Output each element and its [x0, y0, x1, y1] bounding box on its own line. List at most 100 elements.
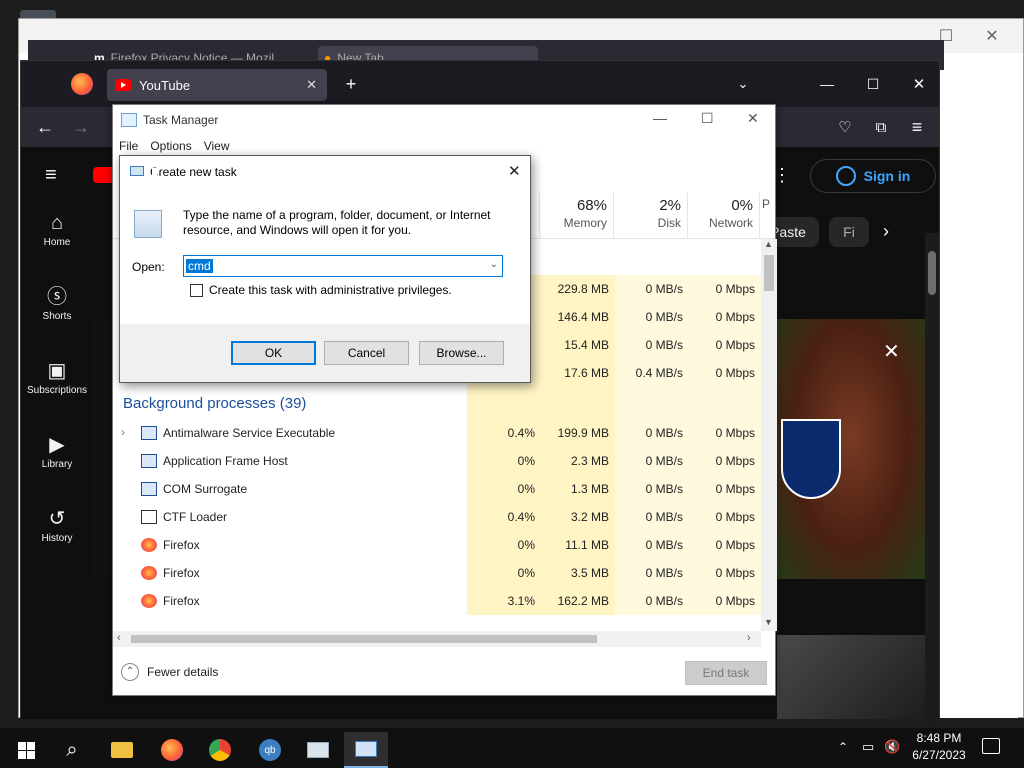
scroll-up-icon[interactable]: ▲ — [764, 239, 773, 249]
run-dialog-taskbar-icon[interactable] — [344, 732, 388, 768]
show-hidden-icons[interactable]: ⌃ — [838, 740, 848, 754]
disk-cell: 0.4 MB/s — [615, 359, 689, 387]
table-row[interactable]: Firefox 0% 11.1 MB 0 MB/s 0 Mbps — [113, 531, 761, 559]
table-row[interactable]: › Antimalware Service Executable 0.4% 19… — [113, 419, 761, 447]
memory-cell: 3.5 MB — [541, 559, 615, 587]
tab-youtube[interactable]: YouTube ✕ — [107, 69, 327, 101]
dialog-close-icon[interactable]: ✕ — [508, 162, 521, 180]
chrome-icon[interactable] — [198, 732, 242, 768]
extensions-icon[interactable]: ⧉ — [867, 113, 895, 141]
file-explorer-icon[interactable] — [100, 732, 144, 768]
scroll-right-icon[interactable]: › — [747, 632, 751, 644]
admin-privileges-checkbox[interactable]: Create this task with administrative pri… — [190, 283, 452, 297]
open-input-value[interactable]: cmd — [186, 259, 213, 273]
sidebar-item-history[interactable]: ↺ History — [21, 499, 93, 569]
list-tabs-icon[interactable]: ⌄ — [729, 70, 757, 98]
tm-minimize-icon[interactable]: — — [653, 110, 667, 126]
cpu-cell: 0% — [467, 531, 541, 559]
firefox-icon[interactable] — [150, 732, 194, 768]
sidebar-item-shorts[interactable]: ⓢ Shorts — [21, 277, 93, 347]
fewer-details-button[interactable]: ⌃ Fewer details — [121, 663, 218, 681]
tm-close-icon[interactable]: ✕ — [747, 110, 759, 127]
pocket-icon[interactable]: ♡ — [831, 113, 859, 141]
menu-options[interactable]: Options — [150, 139, 191, 153]
hscroll-thumb[interactable] — [131, 635, 597, 643]
scroll-down-icon[interactable]: ▼ — [764, 617, 773, 627]
chevron-right-icon[interactable]: › — [883, 221, 889, 242]
memory-cell: 17.6 MB — [541, 359, 615, 387]
network-cell: 0 Mbps — [689, 475, 761, 503]
minimize-icon[interactable]: — — [813, 70, 841, 98]
ok-button[interactable]: OK — [231, 341, 316, 365]
column-disk[interactable]: 2% Disk — [613, 193, 687, 239]
volume-muted-icon[interactable]: 🔇 — [884, 739, 900, 755]
start-button[interactable] — [4, 732, 48, 768]
forward-icon[interactable]: → — [67, 113, 95, 141]
clock[interactable]: 8:48 PM 6/27/2023 — [906, 730, 972, 764]
windows-icon — [17, 741, 35, 759]
task-manager-icon[interactable] — [296, 732, 340, 768]
table-row[interactable]: CTF Loader 0.4% 3.2 MB 0 MB/s 0 Mbps — [113, 503, 761, 531]
new-tab-button[interactable]: + — [337, 70, 365, 98]
sidebar-item-library[interactable]: ▶ Library — [21, 425, 93, 495]
youtube-scrollbar[interactable] — [925, 233, 939, 768]
checkbox-box[interactable] — [190, 283, 203, 297]
ctf-loader-icon — [141, 510, 157, 524]
scroll-thumb[interactable] — [764, 255, 774, 291]
column-memory[interactable]: 68% Memory — [539, 193, 613, 239]
sidebar-item-label: Subscriptions — [26, 385, 88, 396]
tm-vertical-scrollbar[interactable]: ▲ ▼ — [761, 239, 777, 631]
mouse-cursor-icon — [152, 168, 161, 184]
cpu-cell — [467, 387, 541, 419]
checkbox-label: Create this task with administrative pri… — [209, 283, 452, 297]
tm-maximize-icon[interactable]: ☐ — [701, 110, 714, 127]
library-icon: ▶ — [49, 434, 65, 456]
bg-close-icon[interactable]: ✕ — [969, 21, 1015, 51]
memory-cell: 199.9 MB — [541, 419, 615, 447]
run-icon — [130, 166, 144, 176]
end-task-button[interactable]: End task — [685, 661, 767, 685]
tm-horizontal-scrollbar[interactable]: ‹ › — [113, 631, 761, 647]
account-icon — [835, 166, 856, 186]
back-icon[interactable]: ← — [31, 113, 59, 141]
close-window-icon[interactable]: ✕ — [905, 70, 933, 98]
cancel-button[interactable]: Cancel — [324, 341, 409, 365]
sidebar-item-home[interactable]: ⌂ Home — [21, 203, 93, 273]
process-name: Firefox — [163, 566, 200, 580]
memory-cell: 11.1 MB — [541, 531, 615, 559]
scroll-left-icon[interactable]: ‹ — [117, 632, 121, 644]
close-tab-icon[interactable]: ✕ — [306, 77, 317, 93]
network-cell: 0 Mbps — [689, 359, 761, 387]
expand-chevron-icon[interactable]: › — [121, 425, 125, 439]
column-network[interactable]: 0% Network — [687, 193, 759, 239]
network-icon[interactable]: ▭ — [862, 739, 874, 755]
menu-view[interactable]: View — [204, 139, 230, 153]
firefox-view-icon[interactable] — [71, 73, 93, 95]
hamburger-icon[interactable]: ≡ — [45, 165, 67, 185]
close-ad-icon[interactable]: ✕ — [883, 339, 900, 364]
table-row[interactable]: COM Surrogate 0% 1.3 MB 0 MB/s 0 Mbps — [113, 475, 761, 503]
video-thumbnail[interactable] — [777, 635, 925, 719]
dropdown-chevron-icon[interactable]: ⌄ — [490, 259, 498, 270]
browse-button[interactable]: Browse... — [419, 341, 504, 365]
process-name: Firefox — [163, 594, 200, 608]
cpu-cell: 3.1% — [467, 587, 541, 615]
background-processes-header[interactable]: Background processes (39) — [113, 387, 761, 419]
menu-file[interactable]: File — [119, 139, 138, 153]
qbittorrent-icon[interactable]: qb — [248, 732, 292, 768]
chip-next[interactable]: Fi — [829, 217, 869, 247]
disk-cell: 0 MB/s — [615, 475, 689, 503]
table-row[interactable]: Application Frame Host 0% 2.3 MB 0 MB/s … — [113, 447, 761, 475]
search-icon[interactable]: ⌕ — [50, 732, 94, 768]
notification-center-icon[interactable] — [982, 738, 1000, 754]
sidebar-item-subscriptions[interactable]: ▣ Subscriptions — [21, 351, 93, 421]
column-power[interactable]: P — [759, 193, 777, 239]
maximize-icon[interactable]: ☐ — [859, 70, 887, 98]
sign-in-button[interactable]: Sign in — [810, 159, 936, 193]
open-combobox[interactable]: cmd ⌄ — [183, 255, 503, 277]
memory-cell: 162.2 MB — [541, 587, 615, 615]
memory-cell: 1.3 MB — [541, 475, 615, 503]
menu-icon[interactable]: ≡ — [903, 113, 931, 141]
table-row[interactable]: Firefox 0% 3.5 MB 0 MB/s 0 Mbps — [113, 559, 761, 587]
table-row[interactable]: Firefox 3.1% 162.2 MB 0 MB/s 0 Mbps — [113, 587, 761, 615]
